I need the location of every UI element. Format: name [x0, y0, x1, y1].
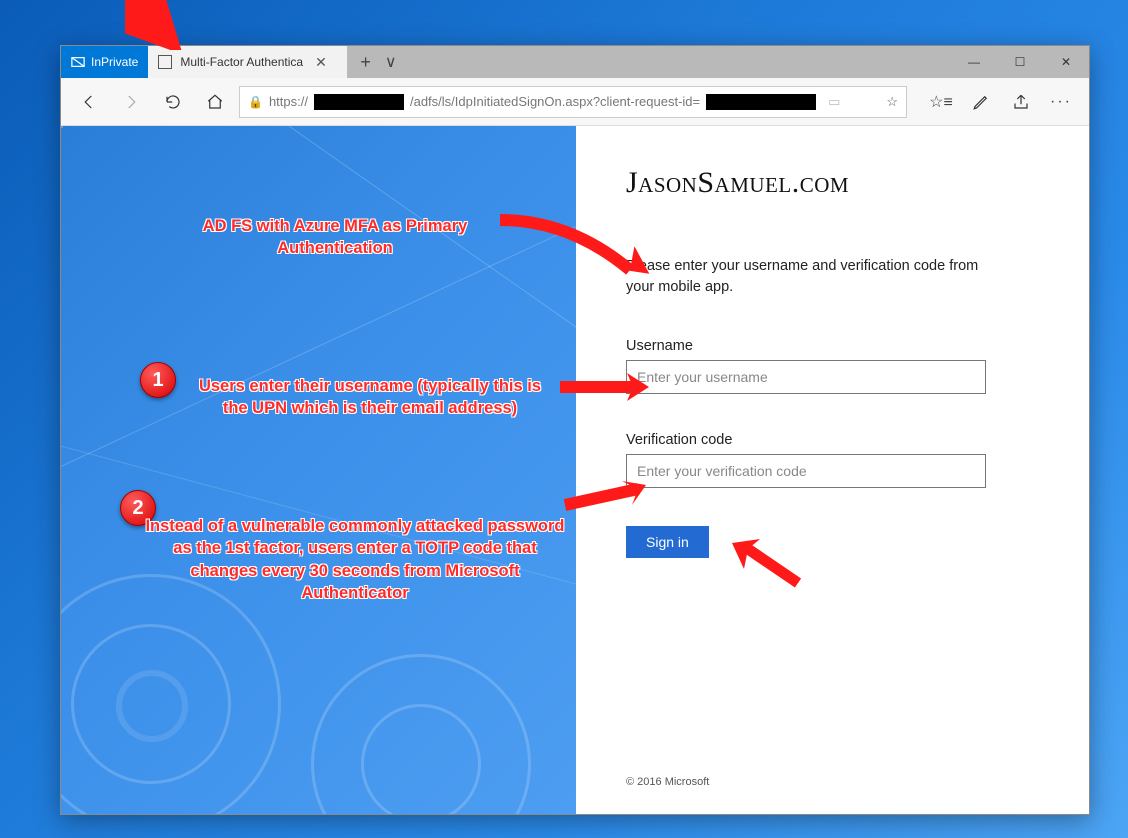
inprivate-badge: InPrivate	[61, 46, 148, 78]
tab-menu-button[interactable]: ∨	[385, 52, 397, 72]
back-button[interactable]	[71, 84, 107, 120]
favorite-button[interactable]: ☆	[886, 94, 898, 110]
url-field[interactable]: 🔒 https:// /adfs/ls/IdpInitiatedSignOn.a…	[239, 86, 907, 118]
tab-bar: InPrivate Multi-Factor Authentica ✕ + ∨ …	[61, 46, 1089, 78]
favorites-hub-button[interactable]: ☆≡	[923, 84, 959, 120]
annotation-bubble-2: 2	[120, 490, 156, 526]
window-controls: — ☐ ✕	[951, 46, 1089, 78]
reading-view-icon[interactable]: ▭	[828, 94, 840, 110]
url-path: /adfs/ls/IdpInitiatedSignOn.aspx?client-…	[410, 94, 700, 109]
verification-code-label: Verification code	[626, 432, 1039, 448]
annotation-arrow-top	[125, 0, 185, 50]
sign-in-button[interactable]: Sign in	[626, 526, 709, 558]
lock-icon: 🔒	[248, 95, 263, 109]
refresh-button[interactable]	[155, 84, 191, 120]
settings-button[interactable]: ···	[1043, 84, 1079, 120]
browser-window: InPrivate Multi-Factor Authentica ✕ + ∨ …	[60, 45, 1090, 815]
tab-actions: + ∨	[348, 46, 408, 78]
page-content: JasonSamuel.com Please enter your userna…	[61, 126, 1089, 814]
username-label: Username	[626, 338, 1039, 354]
signin-form: JasonSamuel.com Please enter your userna…	[576, 126, 1089, 814]
notes-button[interactable]	[963, 84, 999, 120]
home-button[interactable]	[197, 84, 233, 120]
inprivate-icon	[71, 55, 85, 69]
page-icon	[158, 55, 172, 69]
brand-title: JasonSamuel.com	[626, 166, 1039, 200]
minimize-button[interactable]: —	[951, 46, 997, 78]
address-bar: 🔒 https:// /adfs/ls/IdpInitiatedSignOn.a…	[61, 78, 1089, 126]
inprivate-label: InPrivate	[91, 55, 138, 69]
instruction-text: Please enter your username and verificat…	[626, 256, 1006, 298]
redacted-host	[314, 94, 404, 110]
forward-button[interactable]	[113, 84, 149, 120]
new-tab-button[interactable]: +	[360, 52, 371, 73]
verification-code-input[interactable]	[626, 454, 986, 488]
share-button[interactable]	[1003, 84, 1039, 120]
browser-tab[interactable]: Multi-Factor Authentica ✕	[148, 46, 348, 78]
url-scheme: https://	[269, 94, 308, 109]
illustration-panel	[61, 126, 576, 814]
redacted-query	[706, 94, 816, 110]
annotation-bubble-1: 1	[140, 362, 176, 398]
maximize-button[interactable]: ☐	[997, 46, 1043, 78]
close-tab-button[interactable]: ✕	[311, 54, 331, 71]
copyright-text: © 2016 Microsoft	[626, 776, 709, 788]
tab-title: Multi-Factor Authentica	[180, 55, 303, 69]
username-input[interactable]	[626, 360, 986, 394]
close-window-button[interactable]: ✕	[1043, 46, 1089, 78]
